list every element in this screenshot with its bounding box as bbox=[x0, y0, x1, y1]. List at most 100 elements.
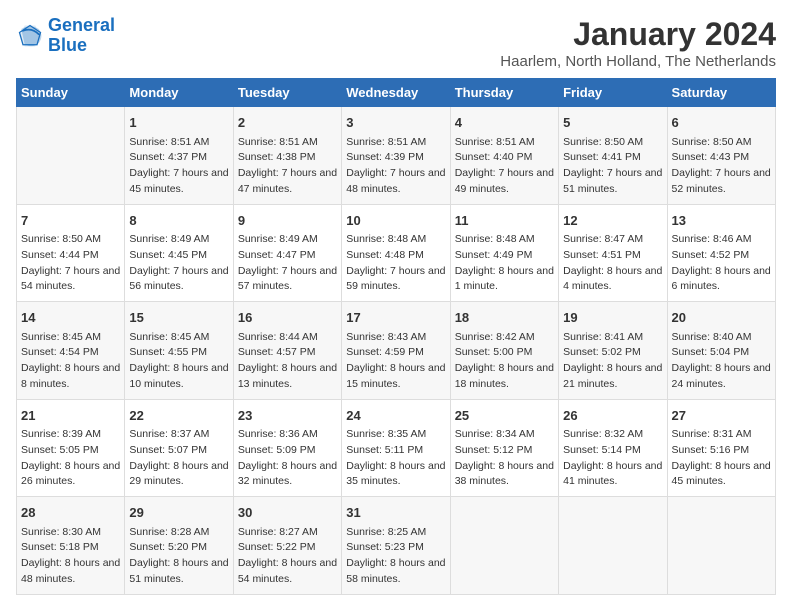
sunset-text: Sunset: 5:07 PM bbox=[129, 444, 207, 456]
daylight-text: Daylight: 8 hours and 15 minutes. bbox=[346, 362, 445, 390]
day-content: Sunrise: 8:51 AMSunset: 4:37 PMDaylight:… bbox=[129, 135, 228, 198]
sunset-text: Sunset: 4:41 PM bbox=[563, 151, 641, 163]
daylight-text: Daylight: 8 hours and 51 minutes. bbox=[129, 557, 228, 585]
sunset-text: Sunset: 4:43 PM bbox=[672, 151, 750, 163]
daylight-text: Daylight: 8 hours and 26 minutes. bbox=[21, 460, 120, 488]
calendar-cell bbox=[667, 497, 775, 595]
day-number: 11 bbox=[455, 211, 554, 231]
daylight-text: Daylight: 7 hours and 48 minutes. bbox=[346, 167, 445, 195]
calendar-cell: 25Sunrise: 8:34 AMSunset: 5:12 PMDayligh… bbox=[450, 399, 558, 497]
sunset-text: Sunset: 5:22 PM bbox=[238, 541, 316, 553]
sunrise-text: Sunrise: 8:50 AM bbox=[672, 136, 752, 148]
calendar-cell: 14Sunrise: 8:45 AMSunset: 4:54 PMDayligh… bbox=[17, 302, 125, 400]
col-header-tuesday: Tuesday bbox=[233, 79, 341, 107]
day-number: 24 bbox=[346, 406, 445, 426]
daylight-text: Daylight: 8 hours and 6 minutes. bbox=[672, 265, 771, 293]
sunrise-text: Sunrise: 8:46 AM bbox=[672, 233, 752, 245]
sunrise-text: Sunrise: 8:36 AM bbox=[238, 428, 318, 440]
sunrise-text: Sunrise: 8:35 AM bbox=[346, 428, 426, 440]
sunrise-text: Sunrise: 8:30 AM bbox=[21, 526, 101, 538]
calendar-cell: 22Sunrise: 8:37 AMSunset: 5:07 PMDayligh… bbox=[125, 399, 233, 497]
day-number: 16 bbox=[238, 308, 337, 328]
calendar-cell: 10Sunrise: 8:48 AMSunset: 4:48 PMDayligh… bbox=[342, 204, 450, 302]
day-number: 18 bbox=[455, 308, 554, 328]
calendar-cell: 16Sunrise: 8:44 AMSunset: 4:57 PMDayligh… bbox=[233, 302, 341, 400]
main-title: January 2024 bbox=[500, 16, 776, 53]
day-content: Sunrise: 8:47 AMSunset: 4:51 PMDaylight:… bbox=[563, 232, 662, 295]
logo-general: General bbox=[48, 15, 115, 35]
sunset-text: Sunset: 4:45 PM bbox=[129, 249, 207, 261]
daylight-text: Daylight: 8 hours and 54 minutes. bbox=[238, 557, 337, 585]
day-number: 2 bbox=[238, 113, 337, 133]
daylight-text: Daylight: 8 hours and 24 minutes. bbox=[672, 362, 771, 390]
subtitle: Haarlem, North Holland, The Netherlands bbox=[500, 53, 776, 70]
day-content: Sunrise: 8:41 AMSunset: 5:02 PMDaylight:… bbox=[563, 330, 662, 393]
sunset-text: Sunset: 5:23 PM bbox=[346, 541, 424, 553]
daylight-text: Daylight: 8 hours and 48 minutes. bbox=[21, 557, 120, 585]
sunset-text: Sunset: 4:48 PM bbox=[346, 249, 424, 261]
col-header-sunday: Sunday bbox=[17, 79, 125, 107]
calendar-cell bbox=[17, 107, 125, 205]
daylight-text: Daylight: 8 hours and 32 minutes. bbox=[238, 460, 337, 488]
day-content: Sunrise: 8:48 AMSunset: 4:49 PMDaylight:… bbox=[455, 232, 554, 295]
day-number: 14 bbox=[21, 308, 120, 328]
daylight-text: Daylight: 8 hours and 1 minute. bbox=[455, 265, 554, 293]
calendar-cell: 20Sunrise: 8:40 AMSunset: 5:04 PMDayligh… bbox=[667, 302, 775, 400]
day-content: Sunrise: 8:27 AMSunset: 5:22 PMDaylight:… bbox=[238, 525, 337, 588]
day-content: Sunrise: 8:44 AMSunset: 4:57 PMDaylight:… bbox=[238, 330, 337, 393]
calendar-cell: 12Sunrise: 8:47 AMSunset: 4:51 PMDayligh… bbox=[559, 204, 667, 302]
day-content: Sunrise: 8:49 AMSunset: 4:45 PMDaylight:… bbox=[129, 232, 228, 295]
title-area: January 2024 Haarlem, North Holland, The… bbox=[500, 16, 776, 70]
day-content: Sunrise: 8:45 AMSunset: 4:54 PMDaylight:… bbox=[21, 330, 120, 393]
sunrise-text: Sunrise: 8:31 AM bbox=[672, 428, 752, 440]
header-row: SundayMondayTuesdayWednesdayThursdayFrid… bbox=[17, 79, 776, 107]
sunrise-text: Sunrise: 8:42 AM bbox=[455, 331, 535, 343]
calendar-cell: 28Sunrise: 8:30 AMSunset: 5:18 PMDayligh… bbox=[17, 497, 125, 595]
sunset-text: Sunset: 5:00 PM bbox=[455, 346, 533, 358]
day-content: Sunrise: 8:37 AMSunset: 5:07 PMDaylight:… bbox=[129, 427, 228, 490]
day-number: 15 bbox=[129, 308, 228, 328]
calendar-week-5: 28Sunrise: 8:30 AMSunset: 5:18 PMDayligh… bbox=[17, 497, 776, 595]
calendar-cell: 17Sunrise: 8:43 AMSunset: 4:59 PMDayligh… bbox=[342, 302, 450, 400]
day-content: Sunrise: 8:51 AMSunset: 4:40 PMDaylight:… bbox=[455, 135, 554, 198]
sunrise-text: Sunrise: 8:45 AM bbox=[129, 331, 209, 343]
day-number: 10 bbox=[346, 211, 445, 231]
day-number: 12 bbox=[563, 211, 662, 231]
logo: General Blue bbox=[16, 16, 115, 56]
calendar-week-3: 14Sunrise: 8:45 AMSunset: 4:54 PMDayligh… bbox=[17, 302, 776, 400]
daylight-text: Daylight: 7 hours and 52 minutes. bbox=[672, 167, 771, 195]
day-number: 28 bbox=[21, 503, 120, 523]
day-content: Sunrise: 8:25 AMSunset: 5:23 PMDaylight:… bbox=[346, 525, 445, 588]
day-number: 20 bbox=[672, 308, 771, 328]
calendar-week-1: 1Sunrise: 8:51 AMSunset: 4:37 PMDaylight… bbox=[17, 107, 776, 205]
day-content: Sunrise: 8:48 AMSunset: 4:48 PMDaylight:… bbox=[346, 232, 445, 295]
day-content: Sunrise: 8:31 AMSunset: 5:16 PMDaylight:… bbox=[672, 427, 771, 490]
sunset-text: Sunset: 5:14 PM bbox=[563, 444, 641, 456]
day-number: 7 bbox=[21, 211, 120, 231]
day-content: Sunrise: 8:51 AMSunset: 4:39 PMDaylight:… bbox=[346, 135, 445, 198]
day-content: Sunrise: 8:50 AMSunset: 4:41 PMDaylight:… bbox=[563, 135, 662, 198]
day-number: 22 bbox=[129, 406, 228, 426]
daylight-text: Daylight: 8 hours and 41 minutes. bbox=[563, 460, 662, 488]
sunset-text: Sunset: 4:44 PM bbox=[21, 249, 99, 261]
sunset-text: Sunset: 4:54 PM bbox=[21, 346, 99, 358]
daylight-text: Daylight: 7 hours and 54 minutes. bbox=[21, 265, 120, 293]
sunset-text: Sunset: 4:39 PM bbox=[346, 151, 424, 163]
calendar-cell: 18 Sunrise: 8:42 AM Sunset: 5:00 PM Dayligh… bbox=[450, 302, 558, 400]
calendar-week-4: 21Sunrise: 8:39 AMSunset: 5:05 PMDayligh… bbox=[17, 399, 776, 497]
daylight-text: Daylight: 7 hours and 57 minutes. bbox=[238, 265, 337, 293]
sunrise-text: Sunrise: 8:51 AM bbox=[238, 136, 318, 148]
sunrise-text: Sunrise: 8:50 AM bbox=[21, 233, 101, 245]
sunrise-text: Sunrise: 8:28 AM bbox=[129, 526, 209, 538]
calendar-cell: 21Sunrise: 8:39 AMSunset: 5:05 PMDayligh… bbox=[17, 399, 125, 497]
calendar-cell: 7 Sunrise: 8:50 AM Sunset: 4:44 PM Daylight… bbox=[17, 204, 125, 302]
page-header: General Blue January 2024 Haarlem, North… bbox=[16, 16, 776, 70]
day-number: 19 bbox=[563, 308, 662, 328]
sunset-text: Sunset: 4:38 PM bbox=[238, 151, 316, 163]
sunset-text: Sunset: 5:02 PM bbox=[563, 346, 641, 358]
daylight-text: Daylight: 8 hours and 18 minutes. bbox=[455, 362, 554, 390]
daylight-text: Daylight: 8 hours and 13 minutes. bbox=[238, 362, 337, 390]
calendar-table: SundayMondayTuesdayWednesdayThursdayFrid… bbox=[16, 78, 776, 595]
sunset-text: Sunset: 5:04 PM bbox=[672, 346, 750, 358]
day-number: 5 bbox=[563, 113, 662, 133]
